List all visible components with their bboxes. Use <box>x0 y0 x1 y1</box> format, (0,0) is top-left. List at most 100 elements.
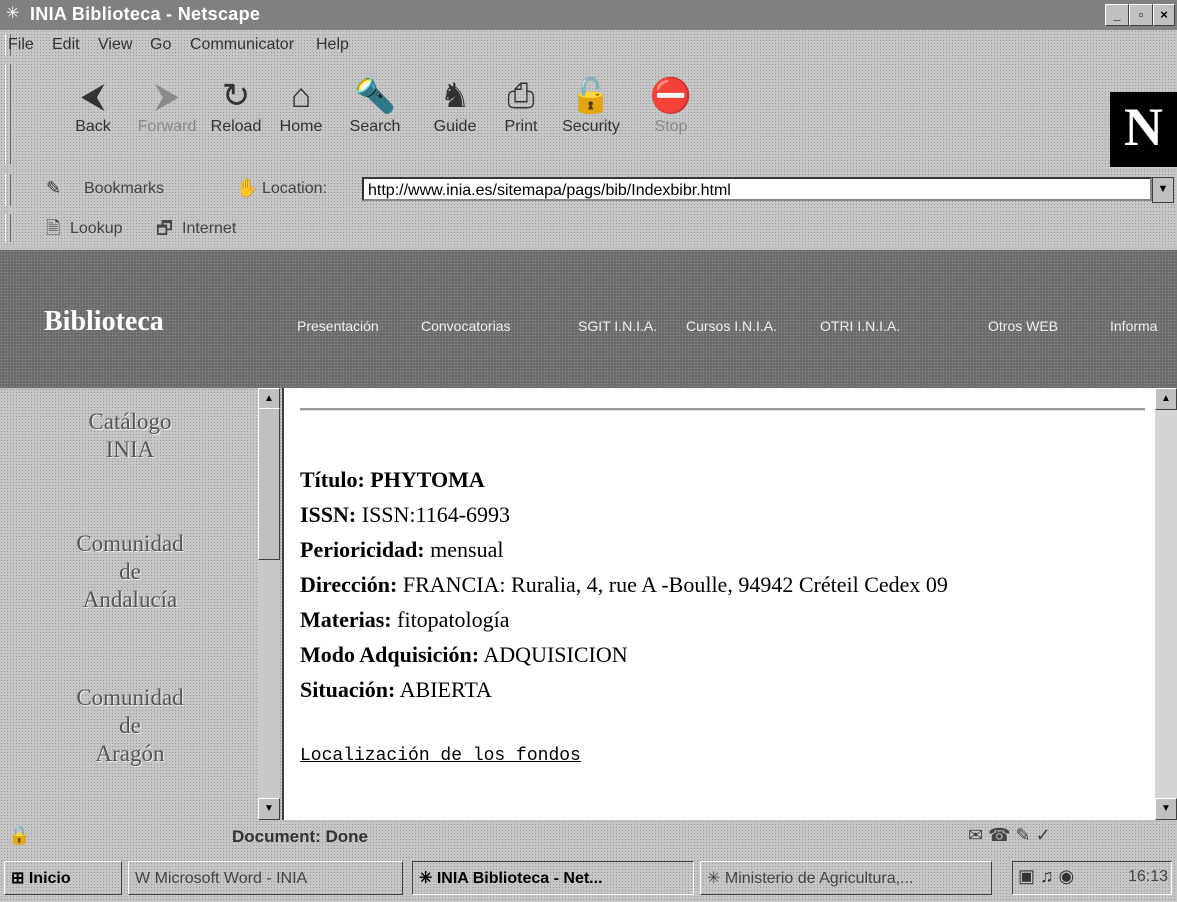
sidebar-link-line: de <box>119 559 141 584</box>
sidebar-link-line: de <box>119 713 141 738</box>
nav-otros-web[interactable]: Otros WEB <box>988 318 1058 334</box>
url-input[interactable]: http://www.inia.es/sitemapa/pags/bib/Ind… <box>362 177 1152 201</box>
taskbar-task-ministerio[interactable]: ✳ Ministerio de Agricultura,... <box>700 861 992 895</box>
bookmarks-button[interactable]: Bookmarks <box>84 180 164 198</box>
taskbar-task-word[interactable]: W Microsoft Word - INIA <box>128 861 403 895</box>
materias-label: Materias: <box>300 607 392 632</box>
field-materias: Materias: fitopatología <box>300 605 510 635</box>
print-button[interactable]: ⎙ Print <box>490 70 552 162</box>
nav-convocatorias[interactable]: Convocatorias <box>421 318 511 334</box>
titulo-value: PHYTOMA <box>370 467 485 492</box>
field-modo-adquisicion: Modo Adquisición: ADQUISICION <box>300 640 628 670</box>
word-icon: W <box>135 870 151 887</box>
component-bar-icons[interactable]: ✉ ☎ ✎ ✓ <box>968 825 1051 846</box>
forward-label: Forward <box>137 118 197 135</box>
modo-label: Modo Adquisición: <box>300 642 480 667</box>
menu-communicator[interactable]: Communicator <box>190 36 294 54</box>
left-scroll-thumb[interactable] <box>258 408 280 560</box>
personal-toolbar <box>0 210 1177 246</box>
minimize-button[interactable]: _ <box>1105 4 1129 26</box>
tray-icons[interactable]: ▣ ♫ ◉ <box>1018 866 1074 887</box>
netscape-logo[interactable]: N <box>1110 92 1177 167</box>
menu-view[interactable]: View <box>98 36 132 54</box>
sidebar-link-line: Andalucía <box>82 587 178 612</box>
close-button[interactable]: × <box>1153 4 1175 26</box>
field-titulo: Título: PHYTOMA <box>300 465 485 495</box>
direccion-value: FRANCIA: Ruralia, 4, rue A -Boulle, 9494… <box>402 572 948 597</box>
search-icon: 🔦 <box>353 77 397 115</box>
url-dropdown-button[interactable]: ▼ <box>1152 177 1174 203</box>
reload-button[interactable]: ↻ Reload <box>205 70 267 162</box>
internet-icon: 🗗 <box>156 218 173 238</box>
localizacion-fondos-link[interactable]: Localización de los fondos <box>300 746 581 766</box>
search-button[interactable]: 🔦 Search <box>335 70 415 162</box>
clock: 16:13 <box>1128 868 1169 885</box>
back-button[interactable]: ⮜ Back <box>62 70 124 162</box>
sidebar-link-catalogo-inia[interactable]: Catálogo INIA <box>30 408 230 464</box>
menu-help[interactable]: Help <box>316 36 349 54</box>
field-issn: ISSN: ISSN:1164-6993 <box>300 500 510 530</box>
nav-sgit[interactable]: SGIT I.N.I.A. <box>578 318 657 334</box>
title-bar[interactable]: ✳ INIA Biblioteca - Netscape _ ▫ × <box>0 0 1177 30</box>
menu-edit[interactable]: Edit <box>52 36 80 54</box>
field-periodicidad: Perioricidad: mensual <box>300 535 503 565</box>
sidebar-link-andalucia[interactable]: Comunidad de Andalucía <box>30 530 230 614</box>
stop-button[interactable]: ⛔ Stop <box>640 70 702 162</box>
status-text: Document: Done <box>232 827 368 846</box>
menu-file[interactable]: File <box>8 36 34 54</box>
print-icon: ⎙ <box>507 77 535 115</box>
issn-label: ISSN: <box>300 502 357 527</box>
content-scrollbar[interactable] <box>1155 388 1177 820</box>
start-button[interactable]: ⊞ Inicio <box>4 861 122 895</box>
menu-go[interactable]: Go <box>150 36 171 54</box>
netscape-app-icon: ✳ <box>6 5 20 22</box>
guide-button[interactable]: ♞ Guide <box>424 70 486 162</box>
taskbar-task-label: Ministerio de Agricultura,... <box>724 870 914 887</box>
home-icon: ⌂ <box>290 77 312 115</box>
taskbar-task-label: Microsoft Word - INIA <box>154 870 308 887</box>
situacion-label: Situación: <box>300 677 396 702</box>
sidebar-link-line: INIA <box>105 437 155 462</box>
security-icon: 🔓 <box>569 77 613 115</box>
sidebar-link-line: Comunidad <box>76 531 184 556</box>
guide-label: Guide <box>433 118 477 135</box>
issn-value: ISSN:1164-6993 <box>361 502 511 527</box>
home-button[interactable]: ⌂ Home <box>270 70 332 162</box>
content-scroll-up-button[interactable]: ▲ <box>1155 388 1177 410</box>
sidebar-link-aragon[interactable]: Comunidad de Aragón <box>30 684 230 768</box>
location-label: Location: <box>262 180 327 197</box>
sidebar-link-line: Comunidad <box>76 685 184 710</box>
forward-icon: ⮞ <box>154 77 180 115</box>
sidebar-link-line: Catálogo <box>88 409 172 434</box>
lookup-icon: 🗎 <box>46 218 61 238</box>
modo-value: ADQUISICION <box>483 642 628 667</box>
lookup-button[interactable]: Lookup <box>70 220 123 238</box>
netscape-small-icon: ✳ <box>419 870 433 887</box>
window-title: INIA Biblioteca - Netscape <box>30 4 261 24</box>
left-scroll-down-button[interactable]: ▼ <box>258 798 280 820</box>
forward-button[interactable]: ⮞ Forward <box>136 70 198 162</box>
menu-bar <box>0 30 1177 60</box>
sidebar-link-line: Aragón <box>95 741 165 766</box>
print-label: Print <box>504 118 538 135</box>
content-scroll-down-button[interactable]: ▼ <box>1155 798 1177 820</box>
taskbar-task-netscape[interactable]: ✳ INIA Biblioteca - Net... <box>412 861 694 895</box>
materias-value: fitopatología <box>397 607 510 632</box>
nav-informa[interactable]: Informa <box>1110 318 1157 334</box>
windows-logo-icon: ⊞ <box>11 870 25 887</box>
direccion-label: Dirección: <box>300 572 398 597</box>
connection-lock-icon: 🔒 <box>8 825 31 845</box>
taskbar-task-label: INIA Biblioteca - Net... <box>436 870 603 887</box>
home-label: Home <box>279 118 323 135</box>
nav-presentacion[interactable]: Presentación <box>297 318 379 334</box>
back-label: Back <box>75 118 111 135</box>
nav-otri[interactable]: OTRI I.N.I.A. <box>820 318 900 334</box>
security-button[interactable]: 🔓 Security <box>550 70 632 162</box>
titulo-label: Título: <box>300 467 365 492</box>
internet-button[interactable]: Internet <box>182 220 236 238</box>
left-scroll-up-button[interactable]: ▲ <box>258 388 280 410</box>
nav-cursos[interactable]: Cursos I.N.I.A. <box>686 318 777 334</box>
bookmarks-icon: ✎ <box>46 178 62 198</box>
maximize-button[interactable]: ▫ <box>1129 4 1153 26</box>
situacion-value: ABIERTA <box>399 677 492 702</box>
